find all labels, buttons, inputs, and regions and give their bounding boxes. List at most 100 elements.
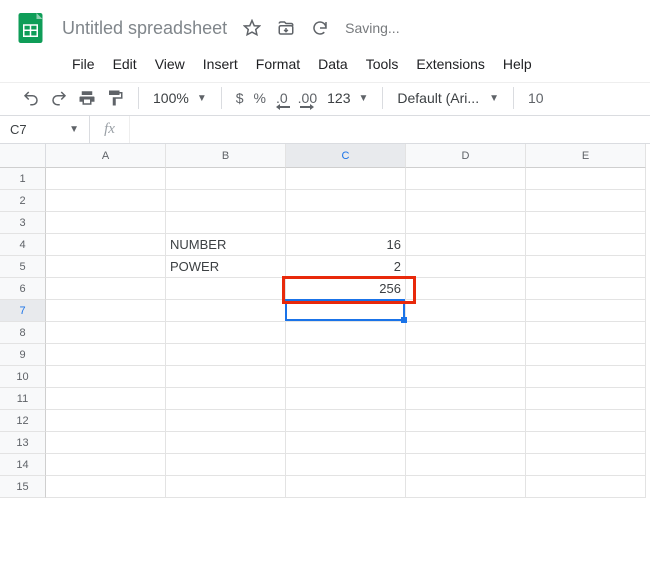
decrease-decimal-button[interactable]: .0	[276, 90, 288, 106]
cell-d7[interactable]	[406, 300, 526, 322]
undo-icon[interactable]	[22, 89, 40, 107]
cell-e9[interactable]	[526, 344, 646, 366]
cell-c10[interactable]	[286, 366, 406, 388]
row-header[interactable]: 6	[0, 278, 46, 300]
row-header[interactable]: 8	[0, 322, 46, 344]
cell-d1[interactable]	[406, 168, 526, 190]
move-icon[interactable]	[277, 19, 295, 37]
cell-d9[interactable]	[406, 344, 526, 366]
cell-e5[interactable]	[526, 256, 646, 278]
cell-e1[interactable]	[526, 168, 646, 190]
cell-d2[interactable]	[406, 190, 526, 212]
sheets-logo[interactable]	[12, 8, 52, 48]
cell-d5[interactable]	[406, 256, 526, 278]
col-header-b[interactable]: B	[166, 144, 286, 168]
cell-d4[interactable]	[406, 234, 526, 256]
col-header-d[interactable]: D	[406, 144, 526, 168]
formula-input[interactable]	[130, 116, 650, 143]
cell-b11[interactable]	[166, 388, 286, 410]
cell-b4[interactable]: NUMBER	[166, 234, 286, 256]
cell-d6[interactable]	[406, 278, 526, 300]
row-header[interactable]: 4	[0, 234, 46, 256]
cell-c15[interactable]	[286, 476, 406, 498]
more-formats-button[interactable]: 123 ▼	[327, 90, 368, 106]
cell-a15[interactable]	[46, 476, 166, 498]
cell-a9[interactable]	[46, 344, 166, 366]
cell-b3[interactable]	[166, 212, 286, 234]
cell-c13[interactable]	[286, 432, 406, 454]
row-header[interactable]: 2	[0, 190, 46, 212]
cell-e3[interactable]	[526, 212, 646, 234]
cell-b7[interactable]	[166, 300, 286, 322]
menu-view[interactable]: View	[147, 52, 193, 76]
cell-c4[interactable]: 16	[286, 234, 406, 256]
cell-e7[interactable]	[526, 300, 646, 322]
cell-c9[interactable]	[286, 344, 406, 366]
menu-format[interactable]: Format	[248, 52, 308, 76]
percent-button[interactable]: %	[254, 90, 266, 106]
cell-a7[interactable]	[46, 300, 166, 322]
cell-e15[interactable]	[526, 476, 646, 498]
cell-e10[interactable]	[526, 366, 646, 388]
cell-c5[interactable]: 2	[286, 256, 406, 278]
cell-b10[interactable]	[166, 366, 286, 388]
cell-d12[interactable]	[406, 410, 526, 432]
cell-d14[interactable]	[406, 454, 526, 476]
row-header[interactable]: 3	[0, 212, 46, 234]
cell-a5[interactable]	[46, 256, 166, 278]
cell-a2[interactable]	[46, 190, 166, 212]
cell-e14[interactable]	[526, 454, 646, 476]
cell-d15[interactable]	[406, 476, 526, 498]
cell-a3[interactable]	[46, 212, 166, 234]
increase-decimal-button[interactable]: .00	[298, 90, 317, 106]
cell-a8[interactable]	[46, 322, 166, 344]
row-header[interactable]: 15	[0, 476, 46, 498]
cell-a6[interactable]	[46, 278, 166, 300]
cell-c7[interactable]	[286, 300, 406, 322]
cell-e4[interactable]	[526, 234, 646, 256]
cell-b6[interactable]	[166, 278, 286, 300]
cell-b14[interactable]	[166, 454, 286, 476]
cell-c2[interactable]	[286, 190, 406, 212]
cell-b2[interactable]	[166, 190, 286, 212]
cell-e11[interactable]	[526, 388, 646, 410]
row-header[interactable]: 7	[0, 300, 46, 322]
currency-button[interactable]: $	[236, 90, 244, 106]
row-header[interactable]: 11	[0, 388, 46, 410]
cell-d10[interactable]	[406, 366, 526, 388]
row-header[interactable]: 5	[0, 256, 46, 278]
col-header-c[interactable]: C	[286, 144, 406, 168]
cell-c12[interactable]	[286, 410, 406, 432]
cell-a14[interactable]	[46, 454, 166, 476]
menu-edit[interactable]: Edit	[105, 52, 145, 76]
cell-b12[interactable]	[166, 410, 286, 432]
cell-c8[interactable]	[286, 322, 406, 344]
cell-b1[interactable]	[166, 168, 286, 190]
cell-e8[interactable]	[526, 322, 646, 344]
cell-a13[interactable]	[46, 432, 166, 454]
print-icon[interactable]	[78, 89, 96, 107]
cell-b8[interactable]	[166, 322, 286, 344]
name-box[interactable]: C7 ▼	[0, 116, 90, 143]
star-icon[interactable]	[243, 19, 261, 37]
font-size-value[interactable]: 10	[528, 90, 544, 106]
row-header[interactable]: 10	[0, 366, 46, 388]
select-all-corner[interactable]	[0, 144, 46, 168]
cell-c11[interactable]	[286, 388, 406, 410]
menu-file[interactable]: File	[64, 52, 103, 76]
cell-e13[interactable]	[526, 432, 646, 454]
font-selector[interactable]: Default (Ari... ▼	[397, 90, 499, 106]
cell-c1[interactable]	[286, 168, 406, 190]
row-header[interactable]: 12	[0, 410, 46, 432]
cell-e12[interactable]	[526, 410, 646, 432]
cell-b9[interactable]	[166, 344, 286, 366]
paint-format-icon[interactable]	[106, 89, 124, 107]
cell-d8[interactable]	[406, 322, 526, 344]
menu-data[interactable]: Data	[310, 52, 356, 76]
redo-icon[interactable]	[50, 89, 68, 107]
zoom-selector[interactable]: 100% ▼	[153, 90, 207, 106]
cell-a11[interactable]	[46, 388, 166, 410]
col-header-e[interactable]: E	[526, 144, 646, 168]
col-header-a[interactable]: A	[46, 144, 166, 168]
cell-a4[interactable]	[46, 234, 166, 256]
